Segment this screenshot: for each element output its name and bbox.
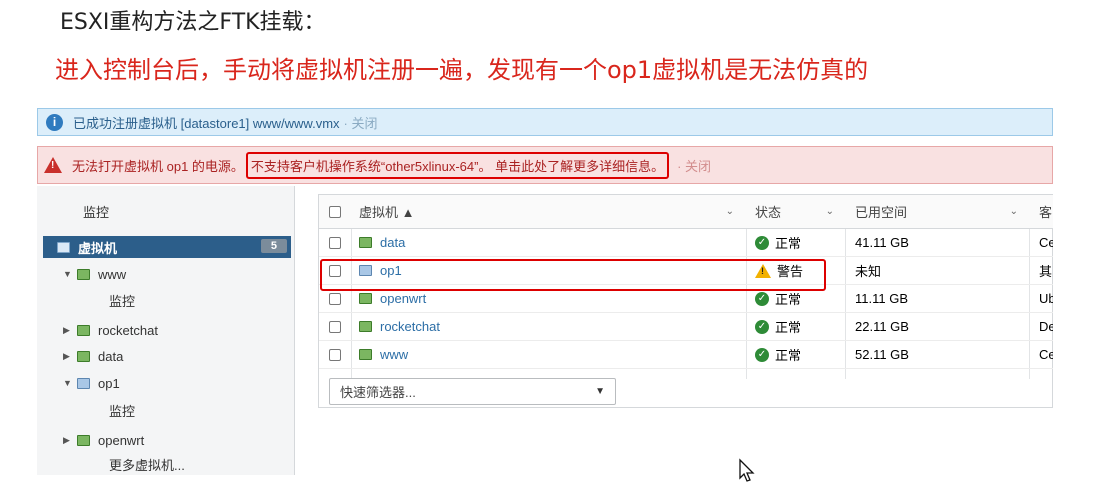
slide-subtitle: 进入控制台后，手动将虚拟机注册一遍，发现有一个op1虚拟机是无法仿真的 bbox=[55, 56, 869, 84]
vm-group-icon bbox=[57, 241, 70, 253]
sidebar-item-label: 监控 bbox=[109, 403, 136, 419]
sidebar-item-vms[interactable]: 虚拟机 5 bbox=[43, 236, 291, 258]
move-cursor-icon bbox=[739, 458, 755, 482]
column-header-vm[interactable]: 虚拟机 ▲ bbox=[359, 195, 414, 228]
vm-icon bbox=[77, 324, 90, 336]
row-checkbox[interactable] bbox=[329, 292, 341, 305]
used-space: 52.11 GB bbox=[855, 347, 909, 362]
table-row[interactable]: rocketchat ✓ 正常 22.11 GB De bbox=[319, 313, 1053, 341]
vm-icon bbox=[359, 237, 372, 248]
status-text: 正常 bbox=[775, 292, 802, 307]
sidebar-item-www-monitor[interactable]: 监控 bbox=[109, 289, 135, 311]
vm-name-link[interactable]: openwrt bbox=[380, 291, 426, 306]
table-row[interactable]: data ✓ 正常 41.11 GB Ce bbox=[319, 229, 1053, 257]
slide-title: ESXI重构方法之FTK挂载： bbox=[60, 10, 326, 35]
sidebar-item-monitor[interactable]: 监控 bbox=[83, 200, 109, 222]
guest-os: 其 bbox=[1039, 264, 1053, 279]
sidebar-item-label: op1 bbox=[98, 375, 120, 391]
used-space: 未知 bbox=[855, 264, 882, 279]
info-icon: i bbox=[46, 113, 63, 131]
vm-icon bbox=[359, 321, 372, 332]
used-space: 11.11 GB bbox=[855, 291, 908, 306]
sidebar-item-rocketchat[interactable]: ▶ rocketchat bbox=[63, 319, 158, 341]
status-text: 正常 bbox=[775, 236, 802, 251]
info-banner: i 已成功注册虚拟机 [datastore1] www/www.vmx · 关闭 bbox=[37, 108, 1053, 136]
column-header-guest[interactable]: 客 bbox=[1039, 195, 1052, 228]
check-circle-icon: ✓ bbox=[755, 235, 769, 250]
info-banner-close[interactable]: · 关闭 bbox=[344, 113, 378, 132]
status-text: 正常 bbox=[775, 320, 802, 335]
guest-os: Ce bbox=[1039, 347, 1053, 362]
chevron-down-icon[interactable]: ▼ bbox=[63, 378, 77, 388]
column-header-status[interactable]: 状态 bbox=[755, 195, 781, 228]
sidebar-item-label: data bbox=[98, 348, 124, 364]
vm-icon bbox=[77, 350, 90, 362]
vm-icon bbox=[77, 268, 90, 280]
error-banner-close[interactable]: · 关闭 bbox=[677, 156, 711, 175]
sidebar-item-op1-monitor[interactable]: 监控 bbox=[109, 399, 135, 421]
row-checkbox[interactable] bbox=[329, 236, 341, 249]
sidebar-item-label: 更多虚拟机... bbox=[109, 457, 185, 473]
chevron-right-icon[interactable]: ▶ bbox=[63, 325, 77, 336]
chevron-down-icon[interactable]: ⌄ bbox=[826, 206, 834, 217]
dropdown-arrow-icon: ▼ bbox=[595, 386, 605, 397]
guest-os: Ce bbox=[1039, 235, 1053, 250]
sidebar-item-label: 监控 bbox=[83, 204, 110, 220]
chevron-right-icon[interactable]: ▶ bbox=[63, 351, 77, 362]
sidebar-item-data[interactable]: ▶ data bbox=[63, 345, 123, 367]
vm-count-badge: 5 bbox=[260, 239, 287, 253]
error-warning-icon: ! bbox=[44, 157, 62, 173]
check-circle-icon: ✓ bbox=[755, 347, 769, 362]
sidebar-item-label: 虚拟机 bbox=[78, 240, 118, 256]
row-checkbox[interactable] bbox=[329, 348, 341, 361]
info-banner-text: 已成功注册虚拟机 [datastore1] www/www.vmx bbox=[73, 115, 340, 131]
guest-os: De bbox=[1039, 319, 1053, 334]
quick-filter-placeholder: 快速筛选器... bbox=[340, 385, 416, 400]
select-all-checkbox[interactable] bbox=[329, 205, 341, 218]
chevron-down-icon[interactable]: ⌄ bbox=[726, 206, 734, 217]
vm-name-link[interactable]: data bbox=[380, 235, 405, 250]
table-header: 虚拟机 ▲ ⌄ 状态 ⌄ 已用空间 ⌄ 客 bbox=[319, 195, 1053, 229]
error-banner-prefix: 无法打开虚拟机 op1 的电源。 bbox=[72, 158, 244, 174]
esxi-screenshot: i 已成功注册虚拟机 [datastore1] www/www.vmx · 关闭… bbox=[37, 108, 1053, 475]
chevron-down-icon[interactable]: ▼ bbox=[63, 269, 77, 279]
navigator-sidebar: 监控 虚拟机 5 ▼ www 监控 ▶ rocketchat ▶ data ▼ bbox=[37, 186, 295, 475]
vm-icon bbox=[77, 434, 90, 446]
used-space: 41.11 GB bbox=[855, 235, 909, 250]
sidebar-item-www[interactable]: ▼ www bbox=[63, 263, 126, 285]
vm-name-link[interactable]: rocketchat bbox=[380, 319, 440, 334]
check-circle-icon: ✓ bbox=[755, 291, 769, 306]
sidebar-item-op1[interactable]: ▼ op1 bbox=[63, 372, 120, 394]
vm-icon bbox=[359, 293, 372, 304]
guest-os: Ub bbox=[1039, 291, 1053, 306]
quick-filter-select[interactable]: 快速筛选器... ▼ bbox=[329, 378, 616, 405]
vm-name-link[interactable]: www bbox=[380, 347, 408, 362]
sidebar-item-label: 监控 bbox=[109, 293, 136, 309]
sidebar-item-label: www bbox=[98, 266, 127, 282]
sidebar-item-openwrt[interactable]: ▶ openwrt bbox=[63, 429, 144, 451]
table-row[interactable]: www ✓ 正常 52.11 GB Ce bbox=[319, 341, 1053, 369]
used-space: 22.11 GB bbox=[855, 319, 909, 334]
op1-highlight-box bbox=[320, 259, 826, 291]
chevron-down-icon[interactable]: ⌄ bbox=[1010, 206, 1018, 217]
check-circle-icon: ✓ bbox=[755, 319, 769, 334]
status-text: 正常 bbox=[775, 348, 802, 363]
error-banner: ! 无法打开虚拟机 op1 的电源。 不支持客户机操作系统“other5xlin… bbox=[37, 146, 1053, 184]
vm-table: 虚拟机 ▲ ⌄ 状态 ⌄ 已用空间 ⌄ 客 data ✓ 正常 41.11 GB … bbox=[318, 194, 1053, 408]
sidebar-item-label: rocketchat bbox=[98, 322, 158, 338]
vm-icon bbox=[77, 377, 90, 389]
error-detail-link[interactable]: 不支持客户机操作系统“other5xlinux-64”。 单击此处了解更多详细信… bbox=[245, 151, 670, 179]
sidebar-item-more-vms[interactable]: 更多虚拟机... bbox=[109, 453, 185, 475]
vm-icon bbox=[359, 349, 372, 360]
column-header-used-space[interactable]: 已用空间 bbox=[855, 195, 907, 228]
row-checkbox[interactable] bbox=[329, 320, 341, 333]
chevron-right-icon[interactable]: ▶ bbox=[63, 435, 77, 446]
sidebar-item-label: openwrt bbox=[98, 432, 145, 448]
